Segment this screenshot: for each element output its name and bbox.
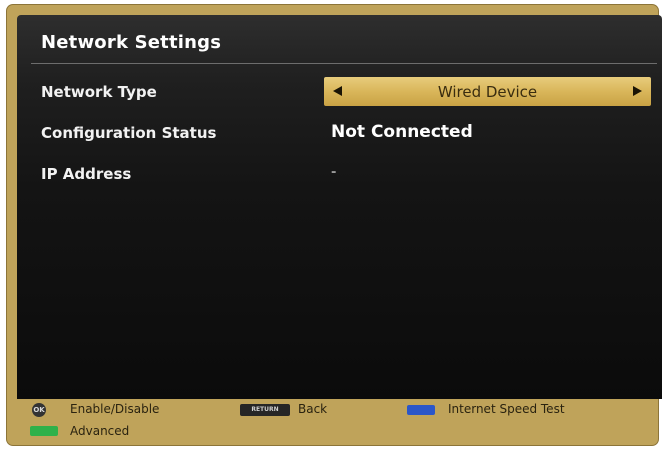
ok-button-icon: OK — [32, 403, 46, 417]
back-hint[interactable]: Back — [298, 402, 327, 416]
advanced-hint[interactable]: Advanced — [70, 424, 129, 438]
network-type-selector[interactable]: Wired Device — [324, 77, 651, 106]
return-button-icon: RETURN — [240, 404, 290, 416]
blue-key-icon — [407, 405, 435, 415]
arrow-right-icon[interactable] — [633, 86, 642, 96]
enable-disable-hint[interactable]: Enable/Disable — [70, 402, 159, 416]
title-divider — [31, 63, 657, 64]
internet-speed-test-hint[interactable]: Internet Speed Test — [448, 402, 565, 416]
tv-menu-frame: Network Settings Network Type Wired Devi… — [7, 5, 662, 445]
ip-address-value: - — [331, 165, 337, 180]
configuration-status-value: Not Connected — [331, 122, 473, 142]
green-key-icon — [30, 426, 58, 436]
page-title: Network Settings — [41, 32, 222, 53]
help-bar: OK Enable/Disable RETURN Back Internet S… — [10, 396, 655, 442]
network-type-label: Network Type — [41, 83, 157, 101]
network-type-value: Wired Device — [437, 82, 538, 101]
arrow-left-icon[interactable] — [333, 86, 342, 96]
configuration-status-label: Configuration Status — [41, 124, 217, 142]
ip-address-label: IP Address — [41, 165, 132, 183]
network-settings-panel: Network Settings Network Type Wired Devi… — [17, 15, 662, 399]
